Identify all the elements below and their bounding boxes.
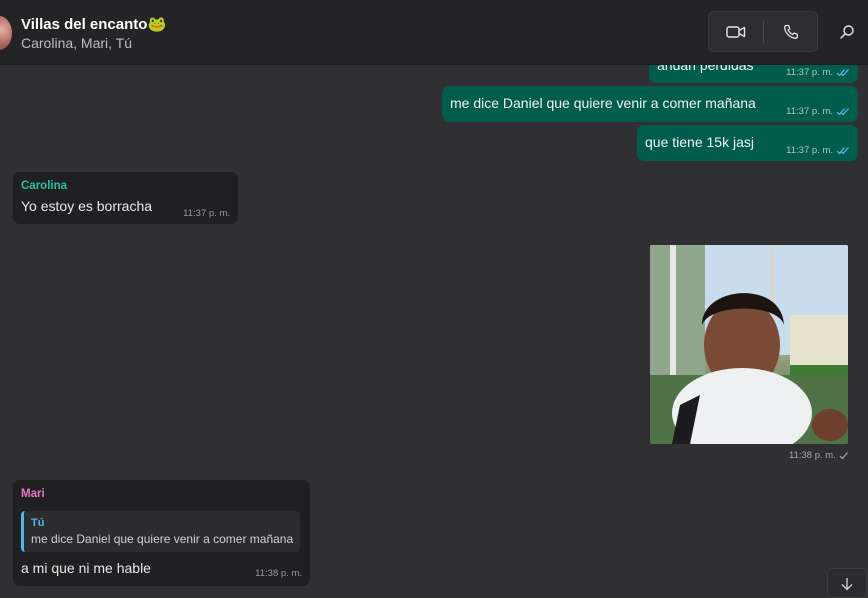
message-text: que tiene 15k jasj	[645, 134, 754, 150]
image-message[interactable]	[650, 245, 848, 444]
group-avatar[interactable]	[0, 16, 12, 50]
quoted-text: me dice Daniel que quiere venir a comer …	[31, 532, 294, 546]
message-text: andan perdidas	[657, 65, 754, 73]
message-list[interactable]: andan perdidas 11:37 p. m. me dice Danie…	[0, 65, 868, 592]
sender-name[interactable]: Mari	[21, 488, 45, 500]
message-bubble-incoming[interactable]: Carolina Yo estoy es borracha 11:37 p. m…	[13, 172, 238, 224]
double-check-read-icon	[836, 108, 849, 116]
chat-title[interactable]: Villas del encanto🐸	[21, 15, 166, 33]
message-bubble-outgoing[interactable]: andan perdidas 11:37 p. m.	[649, 65, 858, 83]
message-time: 11:37 p. m.	[183, 208, 230, 219]
frog-emoji-icon: 🐸	[147, 16, 167, 33]
message-time: 11:37 p. m.	[786, 67, 850, 78]
message-timestamp: 11:37 p. m.	[786, 145, 833, 156]
message-time: 11:37 p. m.	[786, 106, 850, 117]
scroll-to-bottom-button[interactable]	[827, 568, 867, 598]
double-check-read-icon	[836, 69, 849, 77]
message-timestamp: 11:37 p. m.	[786, 67, 833, 78]
call-buttons	[708, 11, 818, 52]
voice-call-icon	[784, 24, 798, 39]
message-bubble-outgoing[interactable]: que tiene 15k jasj 11:37 p. m.	[637, 125, 858, 161]
video-call-button[interactable]	[709, 12, 763, 51]
quoted-message[interactable]: Tú me dice Daniel que quiere venir a com…	[21, 511, 300, 552]
message-text: me dice Daniel que quiere venir a comer …	[450, 95, 756, 111]
photo-of-young-man-smiling	[650, 245, 848, 444]
double-check-read-icon	[836, 147, 849, 155]
message-text: Yo estoy es borracha	[21, 198, 153, 214]
chat-header: Villas del encanto🐸 Carolina, Mari, Tú	[0, 0, 868, 65]
message-bubble-outgoing[interactable]: me dice Daniel que quiere venir a comer …	[442, 86, 858, 122]
sender-name[interactable]: Carolina	[21, 180, 67, 192]
chat-title-text: Villas del encanto	[21, 16, 148, 33]
single-check-sent-icon	[839, 452, 848, 460]
message-timestamp: 11:38 p. m.	[789, 450, 836, 461]
image-message-time: 11:38 p. m.	[789, 450, 849, 461]
message-timestamp: 11:37 p. m.	[786, 106, 833, 117]
voice-call-button[interactable]	[764, 12, 818, 51]
message-text: a mi que ni me hable	[21, 560, 151, 576]
quoted-author: Tú	[31, 517, 45, 529]
message-bubble-incoming[interactable]: Mari Tú me dice Daniel que quiere venir …	[13, 480, 310, 586]
video-call-icon	[726, 25, 746, 38]
message-time: 11:37 p. m.	[786, 145, 850, 156]
search-icon	[840, 25, 854, 39]
arrow-down-icon	[841, 578, 853, 591]
search-button[interactable]	[836, 20, 858, 44]
chat-members[interactable]: Carolina, Mari, Tú	[21, 35, 132, 51]
message-time: 11:38 p. m.	[255, 568, 302, 579]
